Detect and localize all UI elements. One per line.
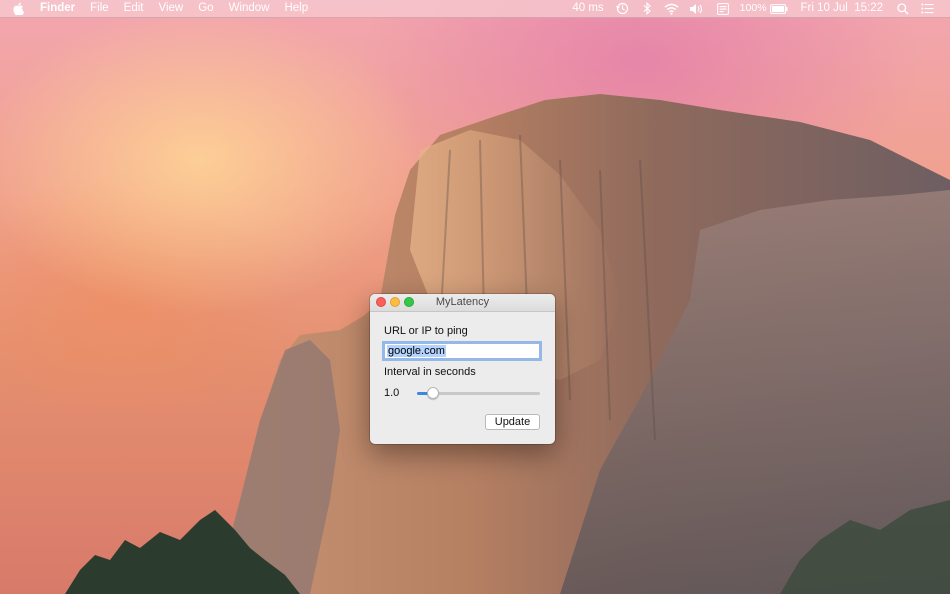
menu-file[interactable]: File	[90, 0, 109, 17]
notification-center-icon[interactable]	[921, 3, 934, 14]
menu-window[interactable]: Window	[229, 0, 270, 17]
clock[interactable]: Fri 10 Jul 15:22	[801, 0, 883, 17]
battery-icon[interactable]	[769, 3, 788, 14]
menu-go[interactable]: Go	[198, 0, 213, 17]
window-titlebar[interactable]: MyLatency	[370, 294, 555, 312]
menu-help[interactable]: Help	[284, 0, 308, 17]
url-input-value: google.com	[387, 345, 446, 357]
interval-label: Interval in seconds	[384, 366, 476, 378]
battery-percentage[interactable]: 100%	[740, 0, 767, 17]
menu-edit[interactable]: Edit	[124, 0, 144, 17]
menu-bar: Finder File Edit View Go Window Help 40 …	[0, 0, 950, 18]
input-menu-icon[interactable]	[716, 2, 729, 15]
mylatency-window: MyLatency URL or IP to ping google.com I…	[370, 294, 555, 444]
time-machine-icon[interactable]	[615, 2, 629, 15]
latency-status[interactable]: 40 ms	[572, 0, 603, 17]
url-input[interactable]: google.com	[384, 343, 540, 359]
update-button[interactable]: Update	[485, 414, 540, 430]
apple-icon[interactable]	[13, 0, 27, 17]
window-title: MyLatency	[435, 296, 490, 308]
interval-value: 1.0	[384, 387, 400, 399]
url-label: URL or IP to ping	[384, 325, 468, 337]
volume-icon[interactable]	[689, 3, 703, 15]
bluetooth-icon[interactable]	[643, 2, 651, 15]
spotlight-icon[interactable]	[897, 2, 909, 15]
menu-view[interactable]: View	[159, 0, 184, 17]
wifi-icon[interactable]	[664, 3, 679, 15]
interval-slider-knob[interactable]	[426, 387, 439, 399]
menu-finder[interactable]: Finder	[40, 0, 75, 17]
